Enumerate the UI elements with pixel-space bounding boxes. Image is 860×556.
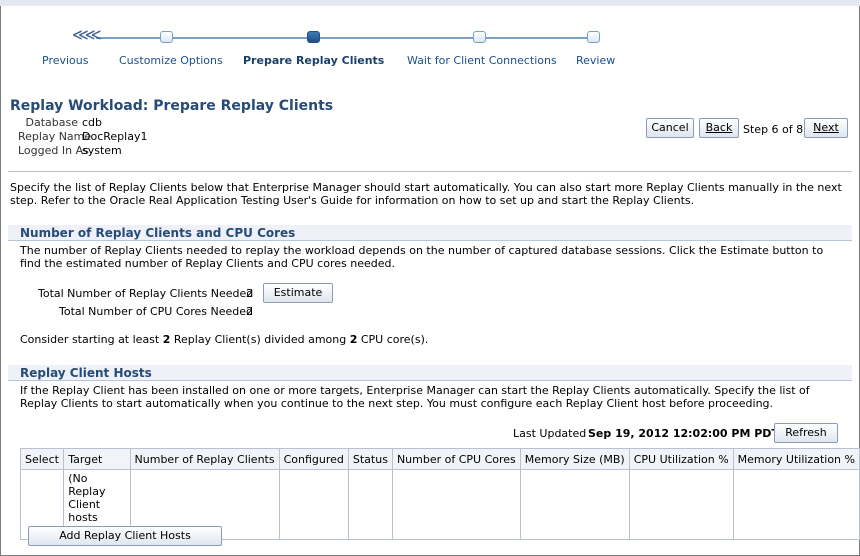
cell-empty <box>519 469 630 540</box>
page-title: Replay Workload: Prepare Replay Clients <box>10 98 334 114</box>
col-memory-size: Memory Size (MB) <box>519 448 630 470</box>
last-updated-label: Last Updated <box>513 427 587 440</box>
clients-section-description: The number of Replay Clients needed to r… <box>20 244 824 270</box>
train-step-customize-options[interactable]: Customize Options <box>119 54 223 67</box>
col-status: Status <box>347 448 393 470</box>
total-clients-label: Total Number of Replay Clients Needed <box>38 287 254 300</box>
col-select: Select <box>19 448 65 470</box>
last-updated-value: Sep 19, 2012 12:02:00 PM PDT <box>588 427 779 440</box>
consider-suffix: CPU core(s). <box>357 333 429 346</box>
train-stop-review[interactable] <box>587 31 600 43</box>
consider-prefix: Consider starting at least <box>20 333 163 346</box>
cell-empty <box>391 469 521 540</box>
database-row: Database cdb <box>18 116 103 129</box>
train-previous-link[interactable]: Previous <box>42 54 89 67</box>
logged-in-row: Logged In Assystem <box>18 144 122 157</box>
col-cpu-utilization: CPU Utilization % <box>628 448 734 470</box>
cell-empty <box>628 469 734 540</box>
step-indicator: Step 6 of 8 <box>743 123 804 136</box>
logged-in-value: system <box>82 144 122 157</box>
logged-in-label: Logged In As <box>18 144 89 157</box>
total-cpu-label: Total Number of CPU Cores Needed <box>59 305 254 318</box>
next-button[interactable]: Next <box>804 118 848 138</box>
intro-text: Specify the list of Replay Clients below… <box>10 181 842 207</box>
col-number-of-cpu-cores: Number of CPU Cores <box>391 448 521 470</box>
consider-middle: Replay Client(s) divided among <box>170 333 350 346</box>
hosts-section-title: Replay Client Hosts <box>20 366 152 380</box>
table-header-row: Select Target Number of Replay Clients C… <box>19 448 860 470</box>
train-navigation: ≪≪ Previous Customize Options Prepare Re… <box>0 22 860 74</box>
cancel-button[interactable]: Cancel <box>646 118 694 138</box>
database-label: Database <box>25 116 79 129</box>
refresh-button[interactable]: Refresh <box>774 423 838 443</box>
train-stop-prepare-current <box>307 31 320 43</box>
train-stop-customize[interactable] <box>160 31 173 43</box>
total-clients-value: 2 <box>246 287 253 300</box>
consider-text: Consider starting at least 2 Replay Clie… <box>20 333 428 346</box>
previous-arrow-icon[interactable]: ≪≪ <box>72 27 101 43</box>
add-replay-client-hosts-button[interactable]: Add Replay Client Hosts <box>28 526 222 546</box>
hosts-section-description: If the Replay Client has been installed … <box>20 384 810 410</box>
header-divider <box>8 171 852 172</box>
database-value: cdb <box>82 116 103 129</box>
cell-empty <box>347 469 393 540</box>
estimate-button[interactable]: Estimate <box>263 283 333 303</box>
top-band <box>0 0 860 6</box>
cell-empty <box>732 469 860 540</box>
replay-name-value: DocReplay1 <box>82 130 148 143</box>
total-cpu-value: 2 <box>246 305 253 318</box>
col-configured: Configured <box>278 448 349 470</box>
col-number-of-replay-clients: Number of Replay Clients <box>129 448 280 470</box>
cell-empty <box>278 469 349 540</box>
back-button-label: Back <box>705 121 733 134</box>
train-step-wait-for-client-connections[interactable]: Wait for Client Connections <box>407 54 557 67</box>
col-memory-utilization: Memory Utilization % <box>732 448 860 470</box>
col-target: Target <box>63 448 131 470</box>
back-button[interactable]: Back <box>699 118 739 138</box>
train-stop-wait[interactable] <box>473 31 486 43</box>
clients-section-title: Number of Replay Clients and CPU Cores <box>20 226 296 240</box>
replay-name-row: Replay NameDocReplay1 <box>18 130 147 143</box>
replay-name-label: Replay Name <box>18 130 92 143</box>
next-button-label: Next <box>813 121 839 134</box>
train-step-prepare-replay-clients: Prepare Replay Clients <box>243 54 385 67</box>
train-step-review[interactable]: Review <box>576 54 615 67</box>
